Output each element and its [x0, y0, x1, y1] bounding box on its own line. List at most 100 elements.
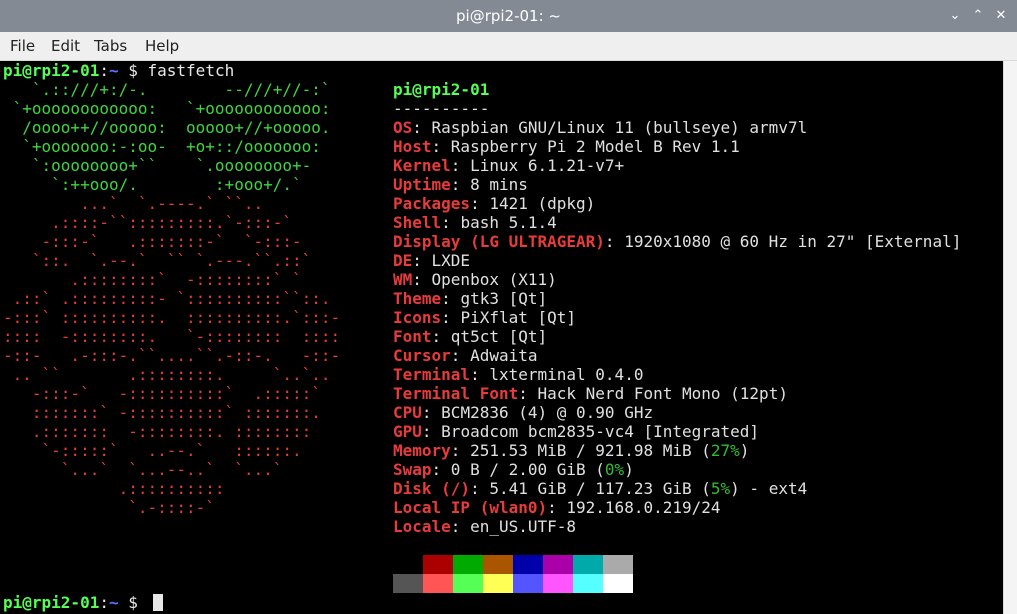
logo-line: -::- .-:::-.``....``.-::-. -::-	[3, 346, 341, 365]
info-row: Locale: en_US.UTF-8	[393, 517, 576, 536]
logo-line: `::. `.--.` `` `.---.``.::`	[3, 251, 312, 270]
palette-swatch	[483, 574, 513, 593]
info-key: CPU	[393, 403, 422, 422]
info-key: Display (LG ULTRAGEAR)	[393, 232, 605, 251]
info-value: : 8 mins	[450, 175, 528, 194]
terminal-scrollbar[interactable]	[1003, 61, 1017, 614]
minimize-icon[interactable]: ⌄	[944, 5, 966, 27]
maximize-icon[interactable]: ⌃	[967, 5, 989, 27]
info-row: Cursor: Adwaita	[393, 346, 538, 365]
info-value-tail: )	[739, 441, 750, 460]
logo-line: `:++ooo/. :+ooo+/.`	[3, 175, 302, 194]
info-key: Packages	[393, 194, 471, 213]
info-value: : 0 B / 2.00 GiB (	[431, 460, 605, 479]
color-palette-bright	[393, 574, 633, 593]
info-value: : Openbox (X11)	[412, 270, 557, 289]
info-value: : BCM2836 (4) @ 0.90 GHz	[421, 403, 654, 422]
info-row: OS: Raspbian GNU/Linux 11 (bullseye) arm…	[393, 118, 807, 137]
prompt-path: ~	[108, 593, 119, 612]
info-row: WM: Openbox (X11)	[393, 270, 557, 289]
menu-help[interactable]: Help	[145, 32, 179, 60]
info-key: Theme	[393, 289, 442, 308]
logo-line: `:oooooooo+`` `.oooooooo+-	[3, 156, 312, 175]
logo-line: `.-::::-`	[3, 498, 215, 517]
logo-line: `.::///+:/-. --///+//-:`	[3, 80, 331, 99]
prompt-user: pi@rpi2-01	[3, 593, 100, 612]
palette-swatch	[423, 555, 453, 574]
window-title: pi@rpi2-01: ~	[456, 7, 561, 25]
info-percent: 0%	[604, 460, 625, 479]
info-key: Memory	[393, 441, 451, 460]
info-row: Terminal Font: Hack Nerd Font Mono (12pt…	[393, 384, 788, 403]
window-titlebar[interactable]: pi@rpi2-01: ~ ⌄ ⌃ ✕	[0, 0, 1017, 32]
info-value: : qt5ct [Qt]	[431, 327, 548, 346]
logo-line: .::` .:::::::::- `::::::::::``::.	[3, 289, 331, 308]
logo-line: /oooo++//ooooo: ooooo+//+ooooo.	[3, 118, 331, 137]
menu-tabs[interactable]: Tabs	[94, 32, 127, 60]
info-row: Terminal: lxterminal 0.4.0	[393, 365, 643, 384]
info-key: Host	[393, 137, 432, 156]
info-key: Shell	[393, 213, 442, 232]
prompt-user: pi@rpi2-01	[3, 61, 100, 80]
close-icon[interactable]: ✕	[990, 5, 1012, 27]
logo-line: `-:::::` ..--.` ::::::.	[3, 441, 302, 460]
logo-line: -:::` ::::::::::. ::::::::::.`:::-	[3, 308, 341, 327]
info-key: Terminal Font	[393, 384, 519, 403]
palette-swatch	[603, 574, 633, 593]
info-separator: ----------	[393, 99, 490, 118]
info-key: Font	[393, 327, 432, 346]
info-value: : 251.53 MiB / 921.98 MiB (	[450, 441, 711, 460]
logo-line: :::::::` -::::::::::` :::::::.	[3, 403, 321, 422]
info-value: : 192.168.0.219/24	[547, 498, 721, 517]
info-key: Cursor	[393, 346, 451, 365]
palette-swatch	[453, 574, 483, 593]
menu-file[interactable]: File	[10, 32, 35, 60]
info-row: Disk (/): 5.41 GiB / 117.23 GiB (5%) - e…	[393, 479, 807, 498]
info-percent: 27%	[710, 441, 740, 460]
logo-line: `...` `...--..` `...`	[3, 460, 283, 479]
logo-line: .::::::::` -::::::::` `	[3, 270, 302, 289]
logo-line: `+ooooooo:-:oo- +o+::/ooooooo:	[3, 137, 321, 156]
palette-swatch	[423, 574, 453, 593]
info-key: Kernel	[393, 156, 451, 175]
logo-line: -:::-` -::::::::::` .:::::`	[3, 384, 321, 403]
info-row: Local IP (wlan0): 192.168.0.219/24	[393, 498, 721, 517]
info-row: Shell: bash 5.1.4	[393, 213, 557, 232]
info-key: Swap	[393, 460, 432, 479]
info-value-tail: ) - ext4	[730, 479, 808, 498]
terminal-area[interactable]: pi@rpi2-01:~ $ fastfetch `.::///+:/-. --…	[0, 61, 1003, 614]
info-row: Host: Raspberry Pi 2 Model B Rev 1.1	[393, 137, 740, 156]
logo-line: .::::-``:::::::::.`-:::-`	[3, 213, 292, 232]
info-value: : Linux 6.1.21-v7+	[450, 156, 625, 175]
prompt-colon: :	[99, 61, 109, 80]
info-value: : gtk3 [Qt]	[441, 289, 548, 308]
logo-line: .. `` .::::::::. `..`..	[3, 365, 331, 384]
palette-swatch	[543, 555, 573, 574]
menu-edit[interactable]: Edit	[51, 32, 80, 60]
command-text: fastfetch	[147, 61, 235, 80]
info-row: Swap: 0 B / 2.00 GiB (0%)	[393, 460, 634, 479]
palette-swatch	[573, 555, 603, 574]
logo-line: .::::::: -::::::::. ::::::::	[3, 422, 312, 441]
info-row: Font: qt5ct [Qt]	[393, 327, 547, 346]
logo-line: `+oooooooooooo: `+oooooooooooo:	[3, 99, 331, 118]
info-key: Disk (/)	[393, 479, 471, 498]
info-host-header: pi@rpi2-01	[393, 80, 490, 99]
menu-bar: File Edit Tabs Help	[0, 32, 1017, 61]
palette-swatch	[393, 555, 423, 574]
info-value: : PiXflat [Qt]	[441, 308, 577, 327]
logo-line: .::::::::::	[3, 479, 225, 498]
palette-swatch	[513, 555, 543, 574]
prompt-symbol: $	[118, 61, 148, 80]
logo-line: :::: -::::::::. `-:::::::: ::::	[3, 327, 341, 346]
info-row: Icons: PiXflat [Qt]	[393, 308, 576, 327]
info-value: : 1421 (dpkg)	[470, 194, 596, 213]
info-value: : en_US.UTF-8	[450, 517, 577, 536]
palette-swatch	[573, 574, 603, 593]
info-row: Packages: 1421 (dpkg)	[393, 194, 595, 213]
info-value-tail: )	[624, 460, 634, 479]
info-value: : 5.41 GiB / 117.23 GiB (	[470, 479, 711, 498]
info-row: CPU: BCM2836 (4) @ 0.90 GHz	[393, 403, 653, 422]
info-value: : Raspbian GNU/Linux 11 (bullseye) armv7…	[412, 118, 808, 137]
palette-swatch	[483, 555, 513, 574]
